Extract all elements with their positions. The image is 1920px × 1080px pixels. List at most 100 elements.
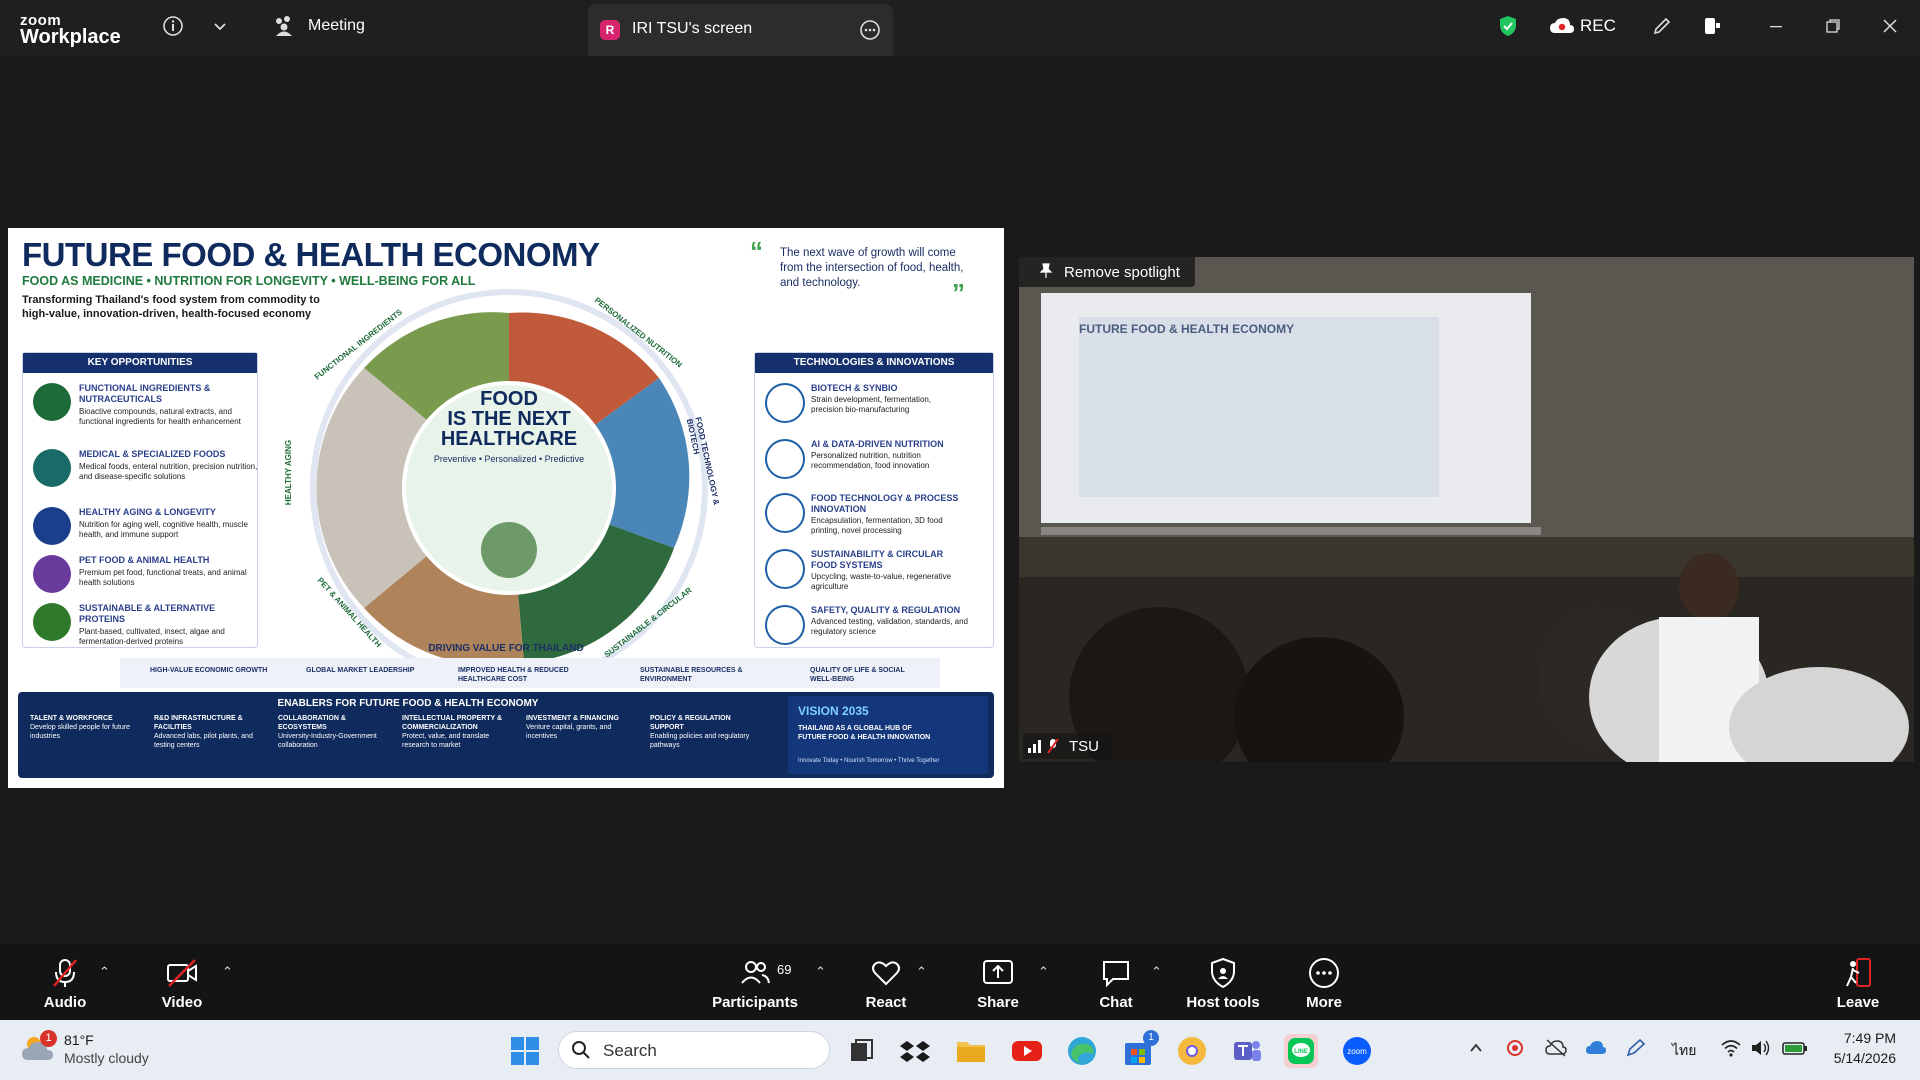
mic-muted-icon <box>1047 738 1059 759</box>
more-dots-icon <box>1309 958 1339 988</box>
host-shield-icon <box>1211 957 1235 989</box>
projected-slide-title: FUTURE FOOD & HEALTH ECONOMY <box>1079 322 1295 336</box>
driving-item: HIGH-VALUE ECONOMIC GROWTH <box>150 667 268 674</box>
react-options-caret[interactable]: ⌃ <box>916 964 927 980</box>
recycle-icon <box>765 549 805 589</box>
vision-box: VISION 2035 THAILAND AS A GLOBAL HUB OF … <box>788 696 988 774</box>
wheel-graphic <box>310 289 708 687</box>
chat-options-caret[interactable]: ⌃ <box>1151 964 1162 980</box>
clock-date[interactable]: 5/14/2026 <box>1812 1050 1896 1066</box>
search-icon <box>571 1040 591 1065</box>
cloud-record-icon[interactable] <box>1548 12 1576 40</box>
weather-desc: Mostly cloudy <box>64 1050 149 1066</box>
close-icon[interactable] <box>1876 12 1904 40</box>
host-tools-button[interactable]: Host tools <box>1173 954 1273 1014</box>
participants-button[interactable]: 69 Participants <box>705 954 805 1014</box>
participant-nameplate: TSU <box>1023 733 1113 759</box>
audio-options-caret[interactable]: ⌃ <box>99 964 110 980</box>
enabler-item: TALENT & WORKFORCE Develop skilled people… <box>30 715 131 740</box>
chevron-down-icon[interactable] <box>206 12 234 40</box>
svg-text:zoom: zoom <box>1347 1047 1367 1056</box>
center-line-3: HEALTHCARE <box>440 428 578 450</box>
enabler-item: POLICY & REGULATION SUPPORT Enabling poli… <box>650 715 750 749</box>
video-options-caret[interactable]: ⌃ <box>222 964 233 980</box>
meeting-stage: FUTURE FOOD & HEALTH ECONOMY FOOD AS MED… <box>0 56 1920 944</box>
driving-header: DRIVING VALUE FOR THAILAND <box>428 643 584 654</box>
wifi-icon[interactable] <box>1720 1038 1742 1063</box>
video-off-icon <box>167 959 197 987</box>
speaker-video[interactable]: FUTURE FOOD & HEALTH ECONOMY Remove spot… <box>1019 257 1914 762</box>
quote-open-icon: “ <box>750 236 763 266</box>
slide-title: FUTURE FOOD & HEALTH ECONOMY <box>22 236 600 273</box>
heart-icon <box>872 961 900 986</box>
shield-check-icon <box>765 605 805 645</box>
driving-strip: HIGH-VALUE ECONOMIC GROWTH GLOBAL MARKET… <box>120 658 940 688</box>
dna-icon <box>765 383 805 423</box>
participants-count: 69 <box>777 962 792 977</box>
chrome-canary-icon[interactable] <box>1175 1034 1209 1068</box>
info-icon[interactable] <box>159 12 187 40</box>
share-screen-icon <box>983 960 1013 984</box>
meeting-icon <box>270 12 298 40</box>
line-app-icon[interactable]: LINE <box>1284 1034 1318 1068</box>
microsoft-store-icon[interactable]: 1 <box>1121 1030 1159 1068</box>
battery-icon[interactable] <box>1782 1038 1808 1063</box>
people-icon <box>33 507 71 545</box>
teams-icon[interactable] <box>1230 1034 1264 1068</box>
driving-item: IMPROVED HEALTH & REDUCED HEALTHCARE COS… <box>458 667 569 683</box>
flask-icon <box>765 493 805 533</box>
share-screen-tab[interactable]: R IRI TSU's screen <box>588 4 893 56</box>
zoom-app-icon[interactable]: zoom <box>1340 1034 1374 1068</box>
video-button[interactable]: Video <box>132 954 232 1014</box>
meeting-label[interactable]: Meeting <box>308 17 365 35</box>
share-options-caret[interactable]: ⌃ <box>1038 964 1049 980</box>
technologies-header: TECHNOLOGIES & INNOVATIONS <box>755 353 993 373</box>
opportunities-header: KEY OPPORTUNITIES <box>23 353 257 373</box>
show-hidden-icons-chevron[interactable] <box>1468 1040 1484 1061</box>
sprout-icon <box>33 603 71 641</box>
rec-label[interactable]: REC <box>1580 16 1616 36</box>
leave-button[interactable]: Leave <box>1808 954 1908 1014</box>
leave-door-icon <box>1846 958 1871 987</box>
more-button[interactable]: More <box>1274 954 1374 1014</box>
clock-time[interactable]: 7:49 PM <box>1822 1030 1896 1046</box>
enabler-item: R&D INFRASTRUCTURE & FACILITIES Advanced … <box>154 715 253 749</box>
volume-icon[interactable] <box>1750 1038 1772 1063</box>
tray-red-app-icon[interactable] <box>1505 1038 1525 1063</box>
weather-temp: 81°F <box>64 1032 94 1048</box>
windows-start-icon[interactable] <box>508 1034 542 1068</box>
chat-button[interactable]: Chat <box>1066 954 1166 1014</box>
pin-icon <box>1039 263 1053 284</box>
share-button[interactable]: Share <box>948 954 1048 1014</box>
weather-widget[interactable]: 1 81°F Mostly cloudy <box>20 1030 149 1069</box>
participants-options-caret[interactable]: ⌃ <box>815 964 826 980</box>
driving-item: QUALITY OF LIFE & SOCIAL WELL-BEING <box>810 667 905 683</box>
youtube-icon[interactable] <box>1010 1034 1044 1068</box>
svg-text:LINE: LINE <box>1294 1049 1308 1055</box>
input-pen-icon[interactable] <box>1625 1038 1647 1063</box>
taskbar-search[interactable]: Search <box>558 1031 830 1069</box>
participants-icon <box>741 961 770 984</box>
cloud-off-icon[interactable] <box>1545 1038 1567 1063</box>
encryption-shield-icon[interactable] <box>1494 12 1522 40</box>
audio-button[interactable]: Audio <box>15 954 115 1014</box>
task-view-icon[interactable] <box>844 1034 878 1068</box>
language-indicator[interactable]: ไทย <box>1672 1040 1696 1062</box>
annotate-pen-icon[interactable] <box>1648 12 1676 40</box>
minimize-icon[interactable] <box>1762 12 1790 40</box>
enabler-item: INTELLECTUAL PROPERTY & COMMERCIALIZATIO… <box>402 715 503 749</box>
dropbox-icon[interactable] <box>898 1034 932 1068</box>
share-title: IRI TSU's screen <box>632 20 753 37</box>
side-panel-icon[interactable] <box>1698 12 1726 40</box>
ai-network-icon <box>765 439 805 479</box>
more-options-icon[interactable] <box>856 16 884 44</box>
mic-muted-icon <box>53 959 77 987</box>
onedrive-icon[interactable] <box>1585 1038 1607 1063</box>
remove-spotlight-button[interactable]: Remove spotlight <box>1019 257 1195 287</box>
file-explorer-icon[interactable] <box>954 1034 988 1068</box>
sharer-avatar: R <box>600 20 620 40</box>
react-button[interactable]: React <box>836 954 936 1014</box>
edge-browser-icon[interactable] <box>1065 1034 1099 1068</box>
enabler-item: INVESTMENT & FINANCING Venture capital, g… <box>526 715 619 740</box>
restore-icon[interactable] <box>1819 12 1847 40</box>
